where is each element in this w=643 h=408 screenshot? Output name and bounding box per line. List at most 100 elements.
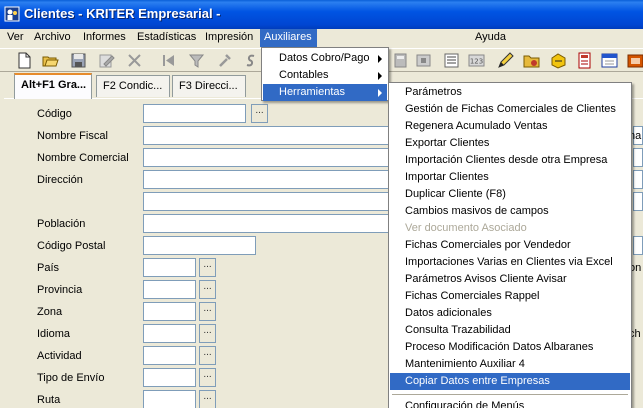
menu-item-parametros[interactable]: Parámetros <box>390 84 630 101</box>
label-nombre-comercial: Nombre Comercial <box>37 152 129 164</box>
menu-item-importaciones-excel[interactable]: Importaciones Varias en Clientes via Exc… <box>390 254 630 271</box>
menu-item-duplicar-cliente[interactable]: Duplicar Cliente (F8) <box>390 186 630 203</box>
menu-item-contables[interactable]: Contables <box>263 67 387 84</box>
edit-icon[interactable] <box>98 52 115 69</box>
currency-icon[interactable] <box>242 52 259 69</box>
tab-direcciones[interactable]: F3 Direcci... <box>172 75 246 97</box>
idioma-field[interactable] <box>143 324 196 343</box>
menu-item-mantenimiento-auxiliar[interactable]: Mantenimiento Auxiliar 4 <box>390 356 630 373</box>
calendar-icon[interactable] <box>601 52 618 69</box>
label-codigo-postal: Código Postal <box>37 240 106 252</box>
label-zona: Zona <box>37 306 63 318</box>
ruta-lookup-button[interactable]: ... <box>199 390 216 408</box>
tools-icon[interactable] <box>216 52 233 69</box>
menu-item-exportar-clientes[interactable]: Exportar Clientes <box>390 135 630 152</box>
direccion-field-1[interactable] <box>143 170 390 189</box>
number-icon[interactable]: 123 <box>468 52 485 69</box>
zona-field[interactable] <box>143 302 196 321</box>
menu-item-consulta-trazabilidad[interactable]: Consulta Trazabilidad <box>390 322 630 339</box>
right-field-4[interactable] <box>633 192 643 211</box>
menu-item-datos-cobro-pago[interactable]: Datos Cobro/Pago <box>263 50 387 67</box>
pais-field[interactable] <box>143 258 196 277</box>
label-direccion: Dirección <box>37 174 83 186</box>
menu-item-ver-documento: Ver documento Asociado <box>405 222 527 234</box>
menu-ayuda[interactable]: Ayuda <box>471 29 510 47</box>
right-field-2[interactable] <box>633 148 643 167</box>
menu-item-label: Contables <box>279 69 329 81</box>
filter-icon[interactable] <box>188 52 205 69</box>
menu-separator <box>392 394 628 395</box>
menu-item-parametros-avisos[interactable]: Parámetros Avisos Cliente Avisar <box>390 271 630 288</box>
menu-item-cambios-masivos[interactable]: Cambios masivos de campos <box>390 203 630 220</box>
menu-item-label: Herramientas <box>279 86 346 98</box>
auxiliares-menu: Datos Cobro/Pago Contables Herramientas <box>261 47 389 101</box>
zona-lookup-button[interactable]: ... <box>199 302 216 321</box>
right-field-3[interactable] <box>633 170 643 189</box>
grid-icon[interactable] <box>415 52 432 69</box>
nombre-fiscal-field[interactable] <box>143 126 390 145</box>
idioma-lookup-button[interactable]: ... <box>199 324 216 343</box>
label-poblacion: Población <box>37 218 86 230</box>
delete-icon[interactable] <box>126 52 143 69</box>
label-actividad: Actividad <box>37 350 82 362</box>
menu-item-fichas-vendedor[interactable]: Fichas Comerciales por Vendedor <box>390 237 630 254</box>
menu-item-regenera-acumulado[interactable]: Regenera Acumulado Ventas <box>390 118 630 135</box>
nombre-comercial-field[interactable] <box>143 148 390 167</box>
codigo-lookup-button[interactable]: ... <box>251 104 268 123</box>
menu-estadisticas[interactable]: Estadísticas <box>133 29 200 47</box>
menu-item-copiar-datos[interactable]: Copiar Datos entre Empresas <box>390 373 630 390</box>
calculator-icon[interactable] <box>392 52 409 69</box>
label-provincia: Provincia <box>37 284 83 296</box>
save-icon[interactable] <box>70 52 87 69</box>
actividad-lookup-button[interactable]: ... <box>199 346 216 365</box>
menu-ver[interactable]: Ver <box>3 29 28 47</box>
direccion-field-2[interactable] <box>143 192 390 211</box>
tab-general[interactable]: Alt+F1 Gra... <box>14 73 92 99</box>
codigo-postal-field[interactable] <box>143 236 256 255</box>
document-icon[interactable] <box>576 52 593 69</box>
codigo-field[interactable] <box>143 104 246 123</box>
poblacion-field[interactable] <box>143 214 390 233</box>
list-icon[interactable] <box>443 52 460 69</box>
menu-item-datos-adicionales[interactable]: Datos adicionales <box>390 305 630 322</box>
right-field-5[interactable] <box>633 236 643 255</box>
window-title: Clientes - KRITER Empresarial - <box>24 6 221 21</box>
pais-lookup-button[interactable]: ... <box>199 258 216 277</box>
tab-condiciones[interactable]: F2 Condic... <box>96 75 170 97</box>
title-bar[interactable]: Clientes - KRITER Empresarial - <box>0 0 643 29</box>
app-icon <box>4 6 20 22</box>
provincia-field[interactable] <box>143 280 196 299</box>
new-icon[interactable] <box>16 52 33 69</box>
chevron-right-icon <box>378 89 382 97</box>
label-tipo-envio: Tipo de Envío <box>37 372 105 384</box>
menu-item-herramientas[interactable]: Herramientas <box>263 84 387 101</box>
actividad-field[interactable] <box>143 346 196 365</box>
tipo-envio-lookup-button[interactable]: ... <box>199 368 216 387</box>
menu-informes[interactable]: Informes <box>79 29 130 47</box>
chevron-right-icon <box>378 55 382 63</box>
ruta-field[interactable] <box>143 390 196 408</box>
svg-text:123: 123 <box>470 58 483 66</box>
report-icon[interactable] <box>550 52 567 69</box>
box-icon[interactable] <box>626 52 643 69</box>
menu-impresion[interactable]: Impresión <box>201 29 257 47</box>
first-icon[interactable] <box>160 52 177 69</box>
provincia-lookup-button[interactable]: ... <box>199 280 216 299</box>
label-pais: País <box>37 262 60 274</box>
herramientas-menu: Parámetros Gestión de Fichas Comerciales… <box>388 82 632 408</box>
label-idioma: Idioma <box>37 328 71 340</box>
menu-archivo[interactable]: Archivo <box>30 29 75 47</box>
menu-item-fichas-rappel[interactable]: Fichas Comerciales Rappel <box>390 288 630 305</box>
menu-auxiliares[interactable]: Auxiliares <box>260 29 317 47</box>
menu-item-importar-clientes[interactable]: Importar Clientes <box>390 169 630 186</box>
chevron-right-icon <box>378 72 382 80</box>
open-icon[interactable] <box>42 52 59 69</box>
menu-item-importacion-otra-empresa[interactable]: Importación Clientes desde otra Empresa <box>390 152 630 169</box>
menu-bar: Ver Archivo Informes Estadísticas Impres… <box>0 29 643 47</box>
pencil-icon[interactable] <box>497 52 514 69</box>
menu-item-proceso-albaranes[interactable]: Proceso Modificación Datos Albaranes <box>390 339 630 356</box>
tipo-envio-field[interactable] <box>143 368 196 387</box>
menu-item-gestion-fichas[interactable]: Gestión de Fichas Comerciales de Cliente… <box>390 101 630 118</box>
menu-item-configuracion-menus[interactable]: Configuración de Menús <box>390 398 630 408</box>
folder-icon[interactable] <box>523 52 540 69</box>
